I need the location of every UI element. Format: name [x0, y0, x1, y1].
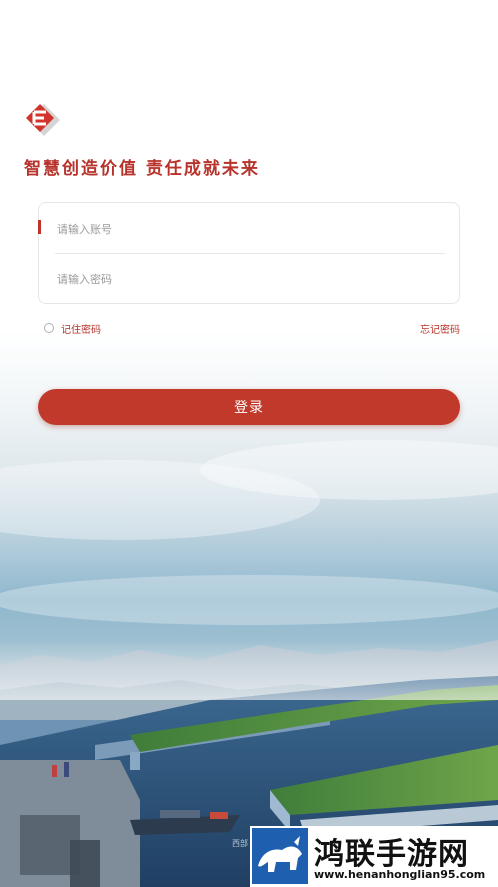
- password-field[interactable]: [39, 253, 459, 303]
- brand-logo-icon: [26, 104, 60, 136]
- password-input[interactable]: [55, 265, 439, 293]
- login-button[interactable]: 登录: [38, 389, 460, 425]
- brand-slogan: 智慧创造价值 责任成就未来: [24, 159, 260, 179]
- remember-password-label: 记住密码: [61, 324, 101, 336]
- account-field[interactable]: [38, 203, 459, 253]
- scene-caption: 西部: [232, 839, 248, 848]
- watermark-title: 鸿联手游网: [314, 837, 469, 872]
- mountain-landscape-background: [0, 440, 498, 887]
- buffalo-logo-icon: [252, 828, 308, 884]
- login-form-card: [38, 202, 460, 304]
- focus-indicator: [38, 220, 41, 234]
- radio-circle-icon[interactable]: [44, 323, 54, 333]
- account-input[interactable]: [55, 215, 439, 243]
- site-watermark: 鸿联手游网 www.henanhonglian95.com: [250, 826, 498, 887]
- login-page: 智慧创造价值 责任成就未来 记住密码 忘记密码 登录 西部 鸿联手游网 www.…: [0, 0, 498, 887]
- watermark-url: www.henanhonglian95.com: [314, 868, 486, 881]
- forgot-password-link[interactable]: 忘记密码: [420, 321, 460, 336]
- remember-password-toggle[interactable]: 记住密码: [44, 321, 101, 336]
